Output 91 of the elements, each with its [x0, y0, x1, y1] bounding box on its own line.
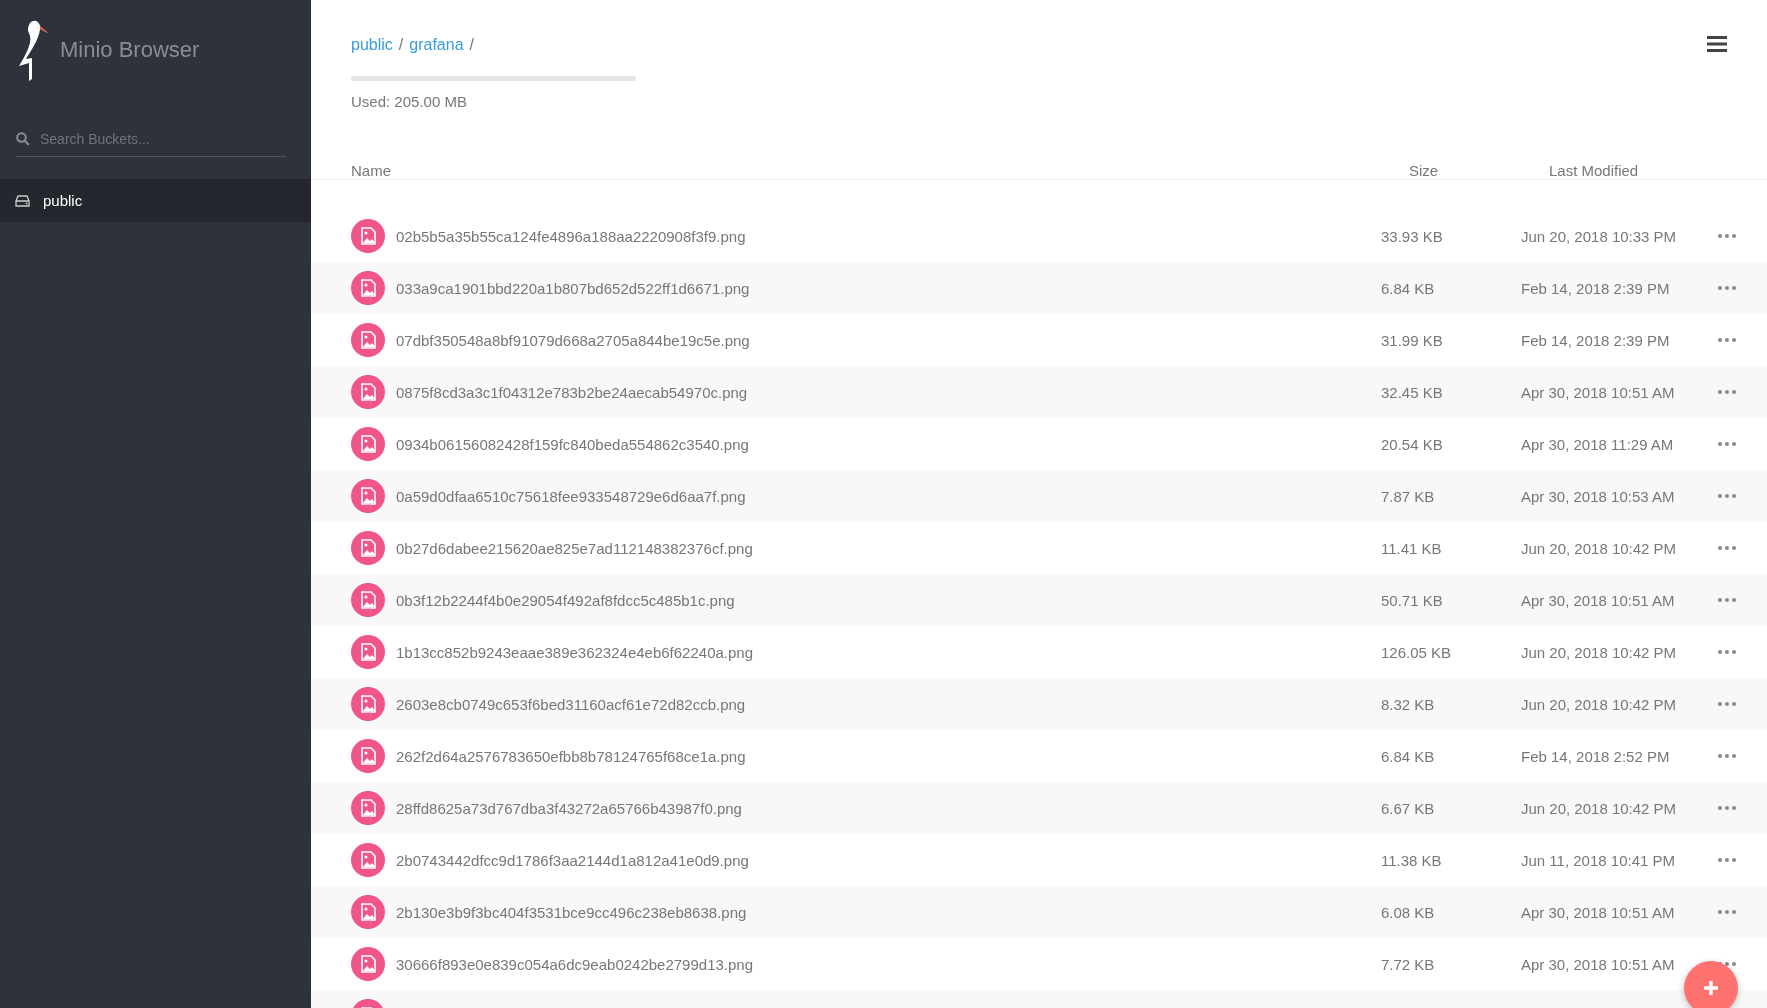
more-icon[interactable] — [1718, 806, 1736, 810]
file-name[interactable]: 2603e8cb0749c653f6bed31160acf61e72d82ccb.png — [396, 695, 1381, 713]
modified-date: Apr 30, 2018 10:53 AM — [1521, 487, 1676, 505]
file-size: 11.38 KB — [1381, 851, 1443, 869]
more-icon[interactable] — [1718, 442, 1736, 446]
file-name[interactable]: 2b130e3b9f3bc404f3531bce9cc496c238eb8638.png — [396, 903, 1381, 921]
file-name[interactable]: 262f2d64a2576783650efbb8b78124765f68ce1a.png — [396, 747, 1381, 765]
file-size: 11.41 KB — [1381, 539, 1443, 557]
modified-date: Jun 20, 2018 10:42 PM — [1521, 695, 1678, 713]
more-icon[interactable] — [1718, 234, 1736, 238]
image-file-icon — [351, 323, 385, 357]
more-icon[interactable] — [1718, 390, 1736, 394]
modified-date: Jun 11, 2018 10:41 PM — [1521, 851, 1676, 869]
file-name[interactable]: 30666f893e0e839c054a6dc9eab0242be2799d13.png — [396, 955, 1381, 973]
column-header[interactable]: Name — [351, 162, 1409, 179]
modified-date: Feb 14, 2018 2:39 PM — [1521, 279, 1671, 297]
image-file-icon — [351, 687, 385, 721]
file-name[interactable]: 2b0743442dfcc9d1786f3aa2144d1a812a41e0d9.png — [396, 851, 1381, 869]
drive-icon — [15, 194, 30, 207]
more-icon[interactable] — [1718, 910, 1736, 914]
modified-date: Apr 30, 2018 11:29 AM — [1521, 435, 1675, 453]
image-file-icon — [351, 739, 385, 773]
breadcrumb-link[interactable]: grafana — [409, 36, 464, 54]
file-size: 7.72 KB — [1381, 955, 1436, 973]
image-file-icon — [351, 479, 385, 513]
file-name[interactable]: 1b13cc852b9243eaae389e362324e4eb6f62240a.png — [396, 643, 1381, 661]
file-size: 31.99 KB — [1381, 331, 1444, 349]
image-file-icon — [351, 635, 385, 669]
image-file-icon — [351, 947, 385, 981]
more-icon[interactable] — [1718, 338, 1736, 342]
usage-text: Used: 205.00 MB — [351, 93, 468, 110]
more-icon[interactable] — [1718, 650, 1736, 654]
modified-date: Apr 30, 2018 10:51 AM — [1521, 955, 1676, 973]
image-file-icon — [351, 375, 385, 409]
more-icon[interactable] — [1718, 702, 1736, 706]
file-name[interactable]: 033a9ca1901bbd220a1b807bd652d522ff1d6671.png — [396, 279, 1381, 297]
image-file-icon — [351, 219, 385, 253]
breadcrumb-separator: / — [398, 36, 404, 54]
modified-date: Apr 30, 2018 10:51 AM — [1521, 591, 1676, 609]
app-title: Minio Browser — [60, 37, 200, 63]
modified-date: Jun 20, 2018 10:33 PM — [1521, 227, 1678, 245]
file-size: 6.84 KB — [1381, 279, 1436, 297]
search-icon — [16, 132, 30, 146]
file-size: 7.87 KB — [1381, 487, 1436, 505]
modified-date: Jun 20, 2018 10:42 PM — [1521, 799, 1678, 817]
column-header[interactable]: Size — [1409, 162, 1549, 179]
modified-date: Jun 20, 2018 10:42 PM — [1521, 539, 1678, 557]
file-size: 32.45 KB — [1381, 383, 1444, 401]
modified-date: Jun 20, 2018 10:42 PM — [1521, 643, 1678, 661]
image-file-icon — [351, 791, 385, 825]
file-size: 8.32 KB — [1381, 695, 1436, 713]
more-icon[interactable] — [1718, 546, 1736, 550]
file-size: 50.71 KB — [1381, 591, 1444, 609]
add-button[interactable] — [1684, 961, 1738, 1008]
bucket-item[interactable]: public — [0, 179, 311, 222]
file-name[interactable]: 07dbf350548a8bf91079d668a2705a844be19c5e.png — [396, 331, 1381, 349]
image-file-icon — [351, 427, 385, 461]
image-file-icon — [351, 271, 385, 305]
file-name[interactable]: 0a59d0dfaa6510c75618fee933548729e6d6aa7f.png — [396, 487, 1381, 505]
image-file-icon — [351, 895, 385, 929]
modified-date: Feb 14, 2018 2:39 PM — [1521, 331, 1671, 349]
file-size: 126.05 KB — [1381, 643, 1453, 661]
breadcrumb-separator: / — [469, 36, 474, 54]
file-name[interactable]: 0b3f12b2244f4b0e29054f492af8fdcc5c485b1c.png — [396, 591, 1381, 609]
file-name[interactable]: 02b5b5a35b55ca124fe4896a188aa2220908f3f9.png — [396, 227, 1381, 245]
file-size: 6.08 KB — [1381, 903, 1436, 921]
file-size: 33.93 KB — [1381, 227, 1444, 245]
file-size: 6.67 KB — [1381, 799, 1436, 817]
file-name[interactable]: 0875f8cd3a3c1f04312e783b2be24aecab54970c.png — [396, 383, 1381, 401]
modified-date: Feb 14, 2018 2:52 PM — [1521, 747, 1671, 765]
menu-icon[interactable] — [1707, 36, 1727, 52]
more-icon[interactable] — [1718, 598, 1736, 602]
modified-date: Apr 30, 2018 10:51 AM — [1521, 903, 1676, 921]
plus-icon — [1704, 981, 1718, 995]
image-file-icon — [351, 843, 385, 877]
bucket-name: public — [43, 192, 83, 209]
image-file-icon — [351, 583, 385, 617]
modified-date: Apr 30, 2018 10:51 AM — [1521, 383, 1676, 401]
file-size: 20.54 KB — [1381, 435, 1444, 453]
more-icon[interactable] — [1718, 858, 1736, 862]
more-icon[interactable] — [1718, 754, 1736, 758]
breadcrumb-link[interactable]: public — [351, 36, 393, 54]
more-icon[interactable] — [1718, 494, 1736, 498]
file-name[interactable]: 28ffd8625a73d767dba3f43272a65766b43987f0.png — [396, 799, 1381, 817]
file-size: 6.84 KB — [1381, 747, 1436, 765]
image-file-icon — [351, 531, 385, 565]
search-field[interactable]: Search Buckets... — [40, 131, 286, 147]
file-name[interactable]: 0934b06156082428f159fc840beda554862c3540.png — [396, 435, 1381, 453]
more-icon[interactable] — [1718, 286, 1736, 290]
file-name[interactable]: 0b27d6dabee215620ae825e7ad112148382376cf.png — [396, 539, 1381, 557]
column-header[interactable]: Last Modified — [1549, 162, 1767, 179]
